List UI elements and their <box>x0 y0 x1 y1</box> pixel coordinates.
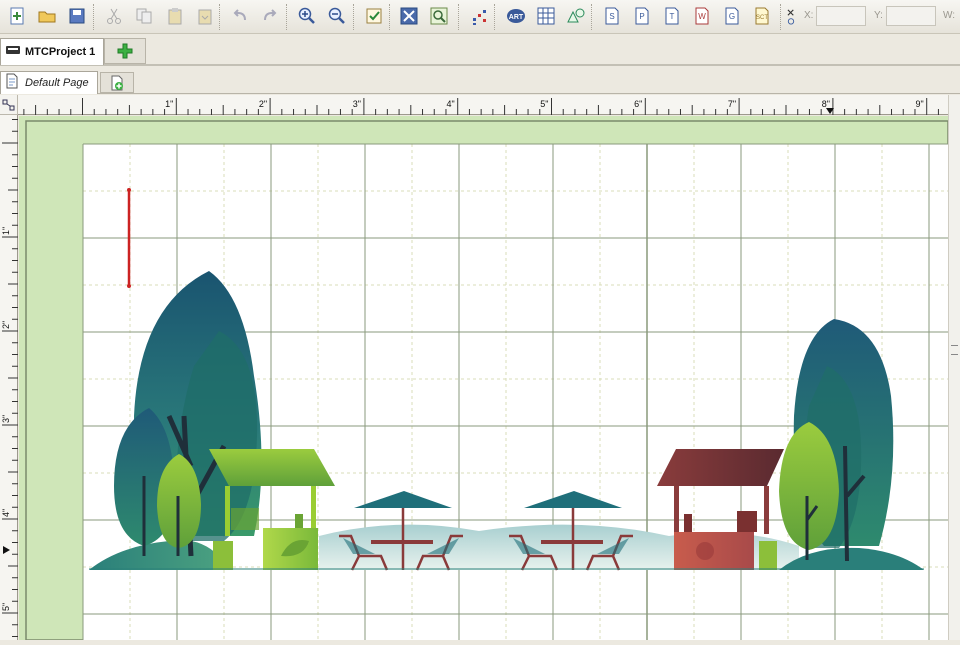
grid-dots-icon[interactable] <box>468 4 492 28</box>
svg-text:W: W <box>698 12 706 21</box>
page-tab-bar: Default Page <box>0 68 960 94</box>
zoom-out-icon[interactable] <box>325 4 349 28</box>
project-tab-label: MTCProject 1 <box>25 46 96 58</box>
new-file-icon[interactable] <box>5 4 29 28</box>
x-coordinate-input[interactable] <box>816 6 866 26</box>
vertical-ruler: 1" 2" 3" 4" 5" <box>0 115 18 640</box>
tools-icon[interactable] <box>397 4 421 28</box>
y-label: Y: <box>874 10 883 21</box>
toolbar-separator <box>93 4 94 30</box>
scrollbar-grip[interactable] <box>951 345 958 355</box>
paste-icon[interactable] <box>163 4 187 28</box>
toolbar-separator <box>458 4 459 30</box>
project-tab-bar: MTCProject 1 <box>0 34 960 66</box>
cut-icon[interactable] <box>102 4 126 28</box>
svg-text:SCT: SCT <box>756 15 768 21</box>
save-icon[interactable] <box>65 4 89 28</box>
add-project-button[interactable] <box>104 38 146 64</box>
ruler-label: 2" <box>259 99 267 109</box>
ruler-label: 6" <box>634 99 642 109</box>
import-w-icon[interactable]: W <box>690 4 714 28</box>
horizontal-ruler: 1" 2" 3" 4" 5" 6" 7" 8" 9" <box>18 95 948 115</box>
import-t-icon[interactable]: T <box>660 4 684 28</box>
svg-text:T: T <box>670 12 675 21</box>
undo-icon[interactable] <box>228 4 252 28</box>
shapes-icon[interactable] <box>564 4 588 28</box>
ruler-label: 2" <box>1 321 11 329</box>
main-toolbar: ART S P T W G SCT X: Y: W: <box>0 0 960 34</box>
add-page-icon <box>111 75 123 90</box>
zoom-in-icon[interactable] <box>295 4 319 28</box>
toolbar-separator <box>591 4 592 30</box>
redo-icon[interactable] <box>258 4 282 28</box>
svg-text:ART: ART <box>509 14 524 21</box>
project-tab[interactable]: MTCProject 1 <box>0 38 104 65</box>
toolbar-separator <box>780 4 781 30</box>
import-sct-icon[interactable]: SCT <box>750 4 774 28</box>
check-icon[interactable] <box>362 4 386 28</box>
toolbar-separator <box>219 4 220 30</box>
ruler-label: 9" <box>915 99 923 109</box>
ruler-label: 4" <box>446 99 454 109</box>
ruler-label: 3" <box>353 99 361 109</box>
page-tab-label: Default Page <box>25 77 89 89</box>
import-p-icon[interactable]: P <box>630 4 654 28</box>
svg-text:S: S <box>609 12 614 21</box>
w-label: W: <box>943 10 956 21</box>
ruler-label: 4" <box>1 509 11 517</box>
toolbar-separator <box>286 4 287 30</box>
ruler-label: 1" <box>165 99 173 109</box>
table-grid-icon[interactable] <box>534 4 558 28</box>
page-icon <box>5 73 19 94</box>
page-tab[interactable]: Default Page <box>0 71 98 94</box>
copy-icon[interactable] <box>132 4 156 28</box>
add-page-button[interactable] <box>100 72 134 93</box>
ruler-label: 7" <box>728 99 736 109</box>
ruler-label: 8" <box>822 99 830 109</box>
open-folder-icon[interactable] <box>35 4 59 28</box>
ruler-label: 3" <box>1 415 11 423</box>
paste-special-icon[interactable] <box>193 4 217 28</box>
toolbar-separator <box>353 4 354 30</box>
find-icon[interactable] <box>427 4 451 28</box>
toolbar-separator <box>389 4 390 30</box>
x-label: X: <box>804 10 814 21</box>
design-canvas[interactable] <box>19 116 949 641</box>
import-g-icon[interactable]: G <box>720 4 744 28</box>
ruler-label: 1" <box>1 227 11 235</box>
project-icon <box>5 43 21 62</box>
ruler-corner[interactable] <box>0 95 18 115</box>
toolbar-separator <box>494 4 495 30</box>
ruler-label: 5" <box>540 99 548 109</box>
import-s-icon[interactable]: S <box>600 4 624 28</box>
svg-text:P: P <box>639 12 644 21</box>
ruler-label: 5" <box>1 603 11 611</box>
y-coordinate-input[interactable] <box>886 6 936 26</box>
art-icon[interactable]: ART <box>504 4 528 28</box>
svg-text:G: G <box>729 12 735 21</box>
vertical-scrollbar[interactable] <box>948 95 960 640</box>
plus-icon <box>117 43 133 59</box>
close-coords-icon[interactable] <box>784 3 798 29</box>
